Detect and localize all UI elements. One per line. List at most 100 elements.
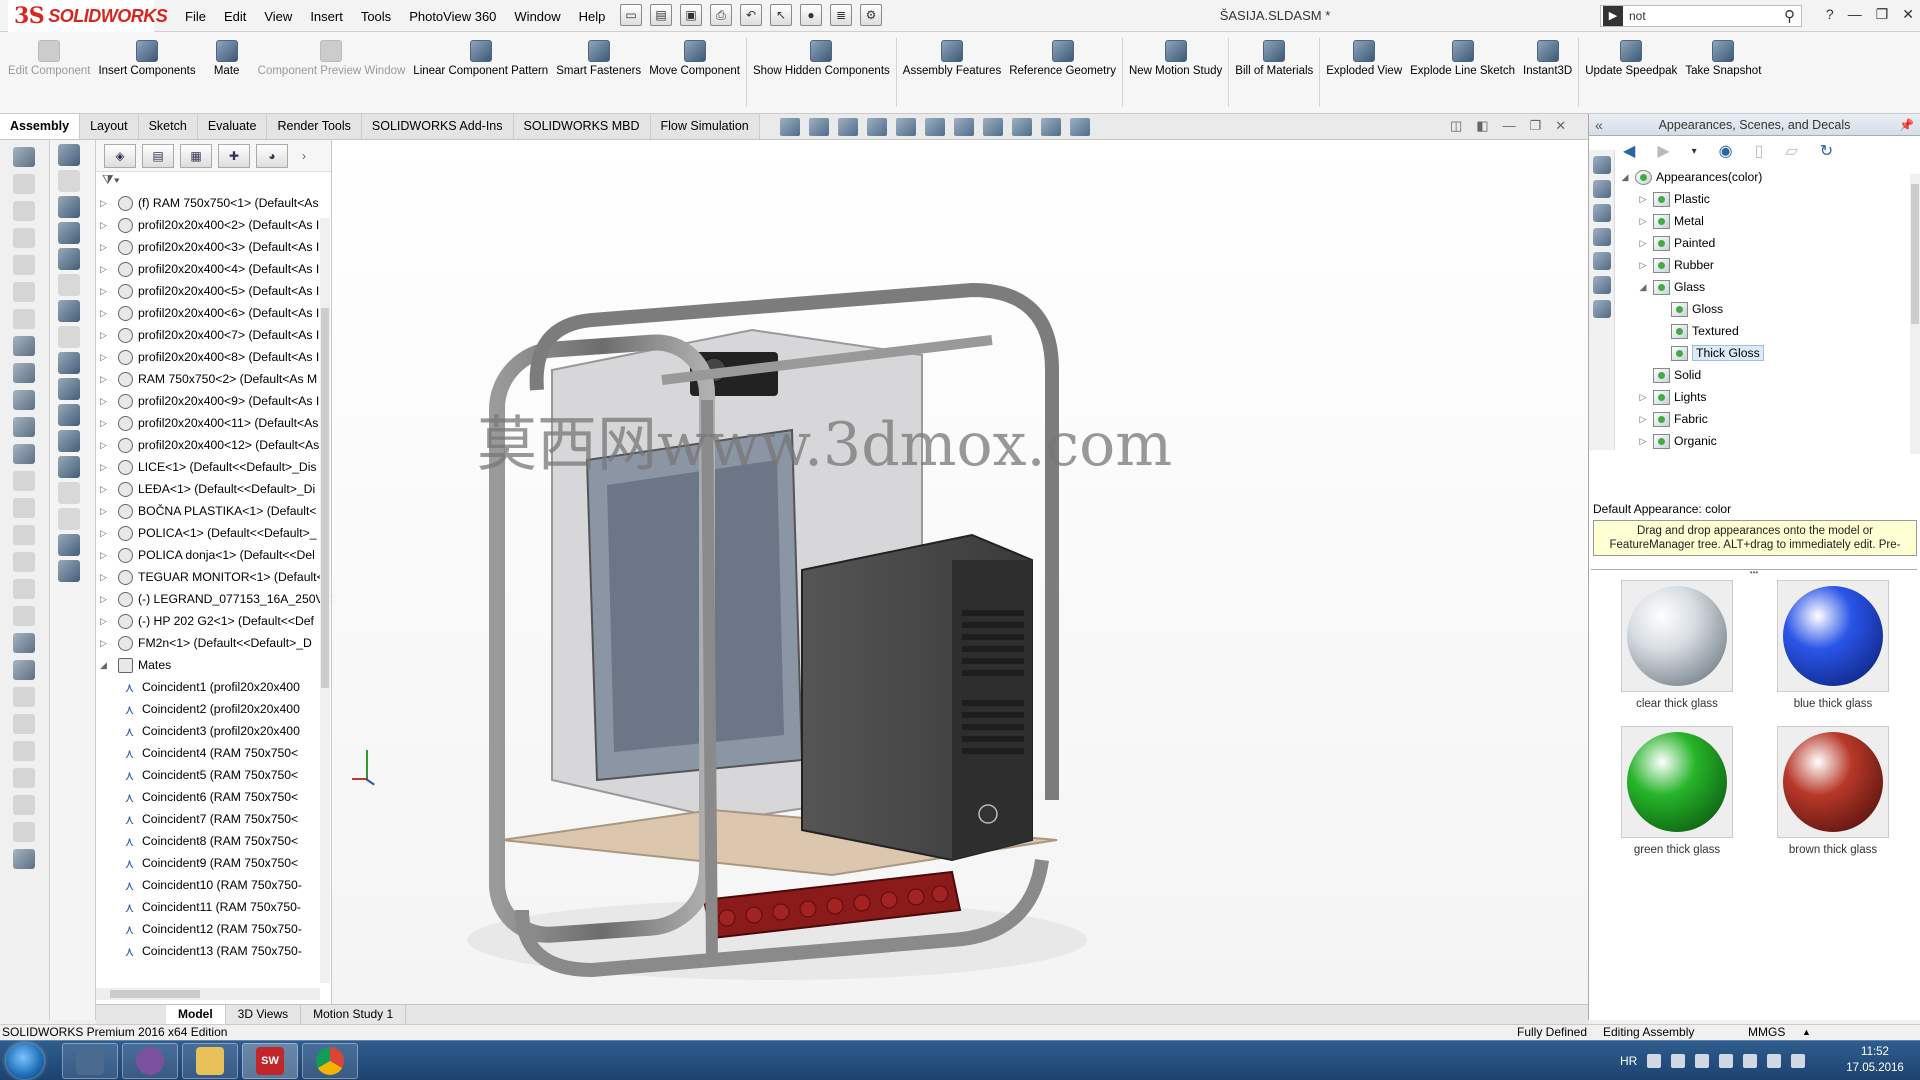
expand-arrow-icon[interactable]: ▷ [1637,260,1649,271]
mate-item[interactable]: ⋏ Coincident12 (RAM 750x750- [96,918,331,940]
taskbar-clock[interactable]: 11:52 17.05.2016 [1840,1044,1910,1076]
sheet-metal-icon[interactable] [13,633,35,653]
expand-arrow-icon[interactable]: ▷ [100,572,112,583]
tree-item[interactable]: ▷ profil20x20x400<11> (Default<As [96,412,331,434]
appearance-tree-item[interactable]: ▷ Plastic [1615,188,1911,210]
feature-tool-icon[interactable] [13,498,35,518]
mate-item[interactable]: ⋏ Coincident7 (RAM 750x750< [96,808,331,830]
view-palette-icon[interactable] [1593,228,1611,246]
solidworks-logo[interactable]: 3S SOLIDWORKS [8,0,168,32]
surface-finish-icon[interactable] [58,352,80,374]
blocks-icon[interactable] [58,534,80,556]
undo-icon[interactable]: ↶ [740,4,762,26]
appearance-swatch[interactable]: green thick glass [1599,726,1755,856]
tray-app-icon[interactable] [1743,1054,1758,1068]
swatch-thumbnail[interactable] [1777,580,1889,692]
annotation-tool-icon[interactable] [58,482,80,504]
spell-check-icon[interactable] [58,196,80,218]
assembly-model-render[interactable]: 莫西网www.3dmox.com [332,140,1588,1010]
expand-arrow-icon[interactable]: ▷ [100,594,112,605]
search-icon[interactable]: ⚲ [1784,7,1801,25]
custom-properties-icon[interactable] [1593,276,1611,294]
feature-tool-icon[interactable] [13,741,35,761]
tree-item[interactable]: ▷ TEGUAR MONITOR<1> (Default< [96,566,331,588]
taskbar-chrome[interactable] [302,1043,358,1079]
tree-item[interactable]: ▷ POLICA donja<1> (Default<<Del [96,544,331,566]
print-icon[interactable]: ⎙ [710,4,732,26]
design-library-icon[interactable] [1593,180,1611,198]
mate-item[interactable]: ⋏ Coincident5 (RAM 750x750< [96,764,331,786]
tree-item[interactable]: ▷ profil20x20x400<5> (Default<As I [96,280,331,302]
menu-insert[interactable]: Insert [301,9,352,24]
save-icon[interactable]: ▣ [680,4,702,26]
dimension-tool-icon[interactable] [58,170,80,192]
tab-model[interactable]: Model [166,1005,226,1024]
zoom-to-area-icon[interactable] [809,118,829,136]
feature-tool-icon[interactable] [13,417,35,437]
expand-arrow-icon[interactable]: ▷ [100,242,112,253]
expand-arrow-icon[interactable]: ▷ [100,440,112,451]
smart-fasteners-button[interactable]: Smart Fasteners [552,32,645,113]
mate-item[interactable]: ⋏ Coincident4 (RAM 750x750< [96,742,331,764]
sketch-tool-icon[interactable] [13,174,35,194]
edit-appearance-icon[interactable] [1012,118,1032,136]
sketch-tool-icon[interactable] [13,201,35,221]
tree-item[interactable]: ▷ POLICA<1> (Default<<Default>_ [96,522,331,544]
datum-target-icon[interactable] [58,456,80,478]
feature-manager-tab-icon[interactable]: ◈ [104,143,136,168]
appearance-tree-item[interactable]: ◢ Appearances(color) [1615,166,1911,188]
previous-view-icon[interactable] [838,118,858,136]
feature-tool-icon[interactable] [13,714,35,734]
bill-of-materials-button[interactable]: Bill of Materials [1231,32,1317,113]
tree-item[interactable]: ▷ profil20x20x400<6> (Default<As I [96,302,331,324]
restore-icon[interactable]: ❐ [1876,6,1889,23]
feature-tool-icon[interactable] [13,525,35,545]
feature-tool-icon[interactable] [13,444,35,464]
search-box[interactable]: ▶ not ⚲ [1600,5,1802,27]
mate-item[interactable]: ⋏ Coincident6 (RAM 750x750< [96,786,331,808]
menu-photoview[interactable]: PhotoView 360 [400,9,505,24]
tree-horizontal-scrollbar[interactable] [96,988,320,1000]
taskbar-solidworks[interactable]: SW [242,1043,298,1079]
appearance-tree-item[interactable]: ◢ Glass [1615,276,1911,298]
hide-show-items-icon[interactable] [983,118,1003,136]
graphics-area[interactable]: 莫西网www.3dmox.com [332,140,1588,1010]
note-text-icon[interactable] [58,248,80,270]
feature-tool-icon[interactable] [13,606,35,626]
appearance-tree-item[interactable]: ▷ Metal [1615,210,1911,232]
close-icon[interactable]: ✕ [1902,6,1914,23]
dynamic-annotation-icon[interactable] [896,118,916,136]
appearance-tree-item[interactable]: ▷Stone [1615,452,1911,456]
tree-item[interactable]: ▷ profil20x20x400<2> (Default<As I [96,214,331,236]
appearance-tree-item[interactable]: Solid [1615,364,1911,386]
appearance-tree-item[interactable]: ▷ Painted [1615,232,1911,254]
tree-item[interactable]: ▷ FM2n<1> (Default<<Default>_D [96,632,331,654]
zoom-to-fit-icon[interactable] [780,118,800,136]
file-properties-icon[interactable]: ≣ [830,4,852,26]
language-indicator[interactable]: HR [1620,1054,1637,1068]
units-selector[interactable]: MMGS [1748,1025,1785,1040]
appearances-icon[interactable] [1593,252,1611,270]
expand-arrow-icon[interactable]: ▷ [100,616,112,627]
insert-components-button[interactable]: Insert Components [94,32,199,113]
new-motion-study-button[interactable]: New Motion Study [1125,32,1226,113]
open-folder-icon[interactable]: ▤ [650,4,672,26]
appearance-tree-item[interactable]: Gloss [1615,298,1911,320]
tab-sketch[interactable]: Sketch [138,114,198,139]
smart-dimension-icon[interactable] [58,144,80,166]
tab-layout[interactable]: Layout [80,114,139,139]
tree-filter-icon[interactable]: ⧩▾ [96,172,331,192]
appearances-tree-scrollbar[interactable] [1910,174,1920,454]
expand-arrow-icon[interactable]: ▷ [100,286,112,297]
appearance-swatch[interactable]: blue thick glass [1755,580,1911,710]
expand-arrow-icon[interactable]: ▷ [100,462,112,473]
new-document-icon[interactable]: ▭ [620,4,642,26]
tree-item[interactable]: ▷ (-) HP 202 G2<1> (Default<<Def [96,610,331,632]
appearance-tree-item[interactable]: ▷ Organic [1615,430,1911,452]
expand-arrow-icon[interactable]: ▷ [100,396,112,407]
tree-item[interactable]: ▷ LEĐA<1> (Default<<Default>_Di [96,478,331,500]
datum-feature-icon[interactable] [58,430,80,452]
tree-tabs-more-icon[interactable]: › [302,149,306,163]
expand-arrow-icon[interactable]: ▷ [100,484,112,495]
expand-arrow-icon[interactable]: ▷ [100,638,112,649]
